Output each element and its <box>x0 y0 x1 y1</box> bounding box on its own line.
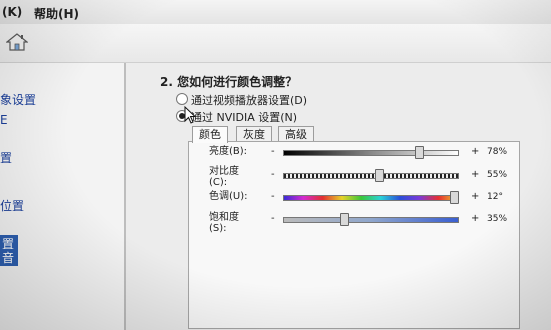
saturation-minus[interactable]: - <box>271 213 275 224</box>
option-nvidia-label: 通过 NVIDIA 设置(N) <box>191 111 298 124</box>
hue-slider[interactable] <box>283 195 459 201</box>
sidebar: 象设置 E 置 位置 置 音 <box>0 63 126 330</box>
question-heading: 2. 您如何进行颜色调整？ <box>160 75 298 89</box>
menu-item-k[interactable]: (K) <box>2 5 22 19</box>
brightness-thumb[interactable] <box>414 146 424 159</box>
hue-value: 12° <box>487 192 503 202</box>
contrast-minus[interactable]: - <box>271 169 275 180</box>
option-video-player-label: 通过视频播放器设置(D) <box>191 94 308 107</box>
hue-plus[interactable]: + <box>471 191 479 202</box>
mouse-cursor-icon <box>184 106 196 124</box>
contrast-slider[interactable] <box>283 173 459 179</box>
radio-video-player[interactable] <box>176 93 188 105</box>
tab-advanced[interactable]: 高级 <box>278 126 314 142</box>
saturation-slider[interactable] <box>283 217 459 223</box>
hue-thumb[interactable] <box>449 191 459 204</box>
sidebar-item-settings[interactable]: 置 <box>0 149 12 166</box>
tab-color[interactable]: 颜色 <box>192 126 228 143</box>
saturation-thumb[interactable] <box>339 213 349 226</box>
brightness-slider[interactable] <box>283 150 459 156</box>
hue-minus[interactable]: - <box>271 191 275 202</box>
saturation-value: 35% <box>487 214 508 224</box>
contrast-plus[interactable]: + <box>471 169 479 180</box>
hue-label: 色调(U): <box>209 191 248 202</box>
home-icon[interactable] <box>6 32 28 52</box>
menu-bar: (K) 帮助(H) <box>0 0 551 25</box>
sidebar-item-selected-2[interactable]: 音 <box>0 249 19 266</box>
saturation-label: 饱和度 (S): <box>209 212 239 234</box>
sidebar-item-image-settings[interactable]: 象设置 <box>0 91 36 108</box>
brightness-minus[interactable]: - <box>271 146 275 157</box>
tab-grayscale[interactable]: 灰度 <box>236 126 272 142</box>
main-content: 2. 您如何进行颜色调整？ 通过视频播放器设置(D) 通过 NVIDIA 设置(… <box>126 63 551 330</box>
toolbar <box>0 24 551 63</box>
contrast-label: 对比度 (C): <box>209 166 239 188</box>
brightness-plus[interactable]: + <box>471 146 479 157</box>
contrast-value: 55% <box>487 170 508 180</box>
brightness-label: 亮度(B): <box>209 146 248 157</box>
menu-item-help[interactable]: 帮助(H) <box>34 5 79 22</box>
sidebar-item-position[interactable]: 位置 <box>0 197 24 214</box>
saturation-plus[interactable]: + <box>471 213 479 224</box>
contrast-thumb[interactable] <box>374 169 384 182</box>
brightness-value: 78% <box>487 147 508 157</box>
color-panel: 亮度(B): - + 78% 对比度 (C): - + 55% 色调(U): -… <box>188 141 520 329</box>
sidebar-item-e[interactable]: E <box>0 113 8 127</box>
